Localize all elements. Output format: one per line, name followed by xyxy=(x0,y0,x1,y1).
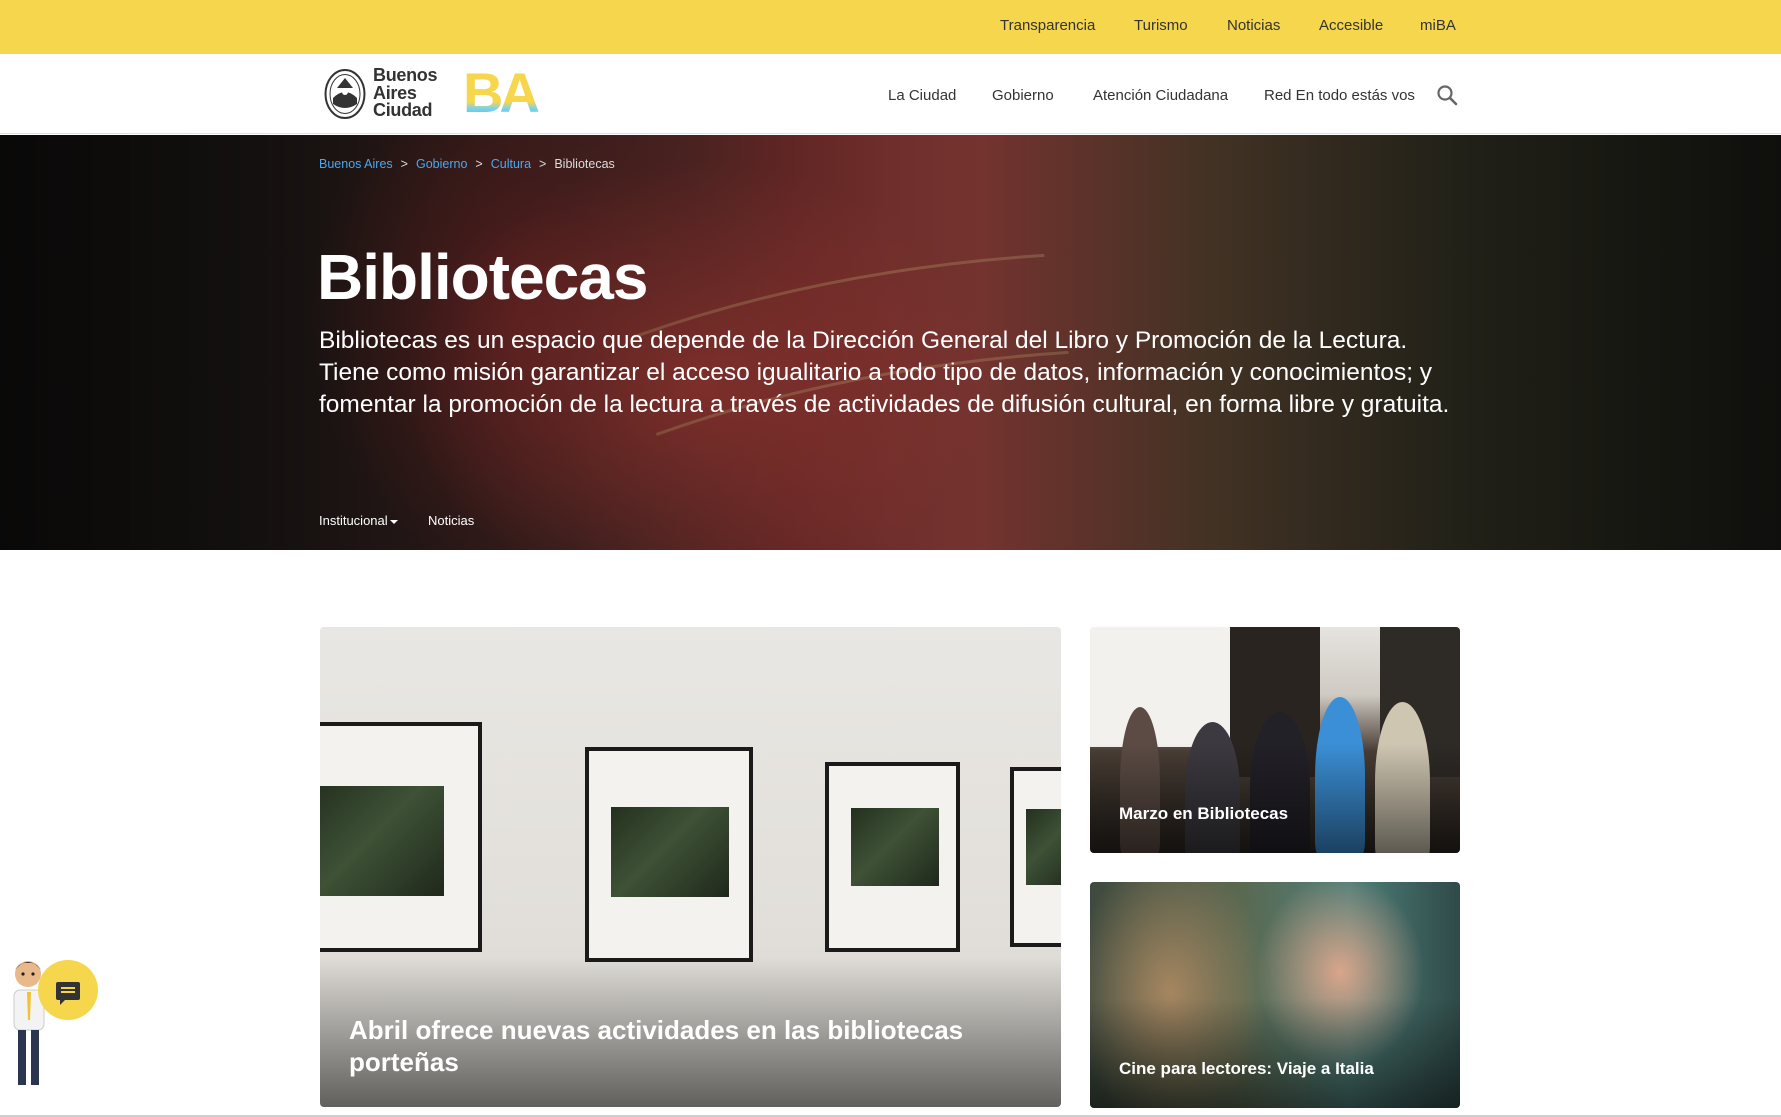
top-utility-bar: Transparencia Turismo Noticias Accesible… xyxy=(0,0,1781,54)
chat-icon-lines xyxy=(61,987,75,989)
breadcrumb-separator: > xyxy=(475,157,483,171)
nav-gobierno[interactable]: Gobierno xyxy=(992,87,1054,104)
search-icon[interactable] xyxy=(1436,84,1458,106)
news-card-marzo-title: Marzo en Bibliotecas xyxy=(1119,804,1289,823)
breadcrumb-cultura[interactable]: Cultura xyxy=(491,157,531,171)
city-logo-text[interactable]: Buenos Aires Ciudad xyxy=(373,65,438,120)
ba-brand-logo[interactable]: BA xyxy=(463,66,553,120)
nav-red-en-todo[interactable]: Red En todo estás vos xyxy=(1264,87,1415,104)
topbar-link-miba[interactable]: miBA xyxy=(1420,17,1456,34)
frame-photo xyxy=(851,808,939,886)
logo-line-1: Buenos xyxy=(373,65,438,85)
topbar-link-accesible[interactable]: Accesible xyxy=(1319,17,1383,34)
tab-noticias-label: Noticias xyxy=(428,513,475,528)
nav-la-ciudad[interactable]: La Ciudad xyxy=(888,87,956,104)
card-shade xyxy=(1090,743,1460,853)
page-title: Bibliotecas xyxy=(317,241,648,313)
page-description: Bibliotecas es un espacio que depende de… xyxy=(319,327,1450,418)
topbar-link-turismo[interactable]: Turismo xyxy=(1134,17,1188,34)
breadcrumb-gobierno[interactable]: Gobierno xyxy=(416,157,467,171)
breadcrumb-current: Bibliotecas xyxy=(554,157,615,171)
tab-noticias[interactable]: Noticias xyxy=(428,513,474,528)
news-card-cine[interactable]: Cine para lectores: Viaje a Italia xyxy=(1090,882,1460,1108)
featured-news-card[interactable]: Abril ofrece nuevas actividades en las b… xyxy=(320,627,1061,1107)
gallery-frame xyxy=(825,762,960,952)
breadcrumb-separator: > xyxy=(539,157,547,171)
card-shade xyxy=(1090,998,1460,1108)
logo-line-3: Ciudad xyxy=(373,100,433,120)
frame-photo xyxy=(1026,809,1061,885)
gallery-frame xyxy=(585,747,753,962)
breadcrumb-separator: > xyxy=(400,157,408,171)
frame-photo xyxy=(611,807,729,897)
tab-institucional-label: Institucional xyxy=(319,513,388,528)
frame-photo xyxy=(320,786,444,896)
breadcrumb: Buenos Aires > Gobierno > Cultura > Biblioteca… xyxy=(319,157,615,171)
topbar-link-transparencia[interactable]: Transparencia xyxy=(1000,17,1095,34)
featured-news-title: Abril ofrece nuevas actividades en las b… xyxy=(349,1015,964,1077)
chat-icon xyxy=(56,982,80,1005)
tab-institucional[interactable]: Institucional xyxy=(319,513,398,528)
news-card-marzo[interactable]: Marzo en Bibliotecas xyxy=(1090,627,1460,853)
nav-atencion-ciudadana[interactable]: Atención Ciudadana xyxy=(1093,87,1228,104)
caret-down-icon xyxy=(389,519,398,524)
gallery-frame xyxy=(320,722,482,952)
ba-brand-text: BA xyxy=(463,66,538,120)
topbar-link-noticias[interactable]: Noticias xyxy=(1227,17,1280,34)
news-card-cine-title: Cine para lectores: Viaje a Italia xyxy=(1119,1059,1374,1078)
breadcrumb-buenos-aires[interactable]: Buenos Aires xyxy=(319,157,393,171)
city-seal-icon[interactable] xyxy=(324,68,366,120)
gallery-frame xyxy=(1010,767,1061,947)
